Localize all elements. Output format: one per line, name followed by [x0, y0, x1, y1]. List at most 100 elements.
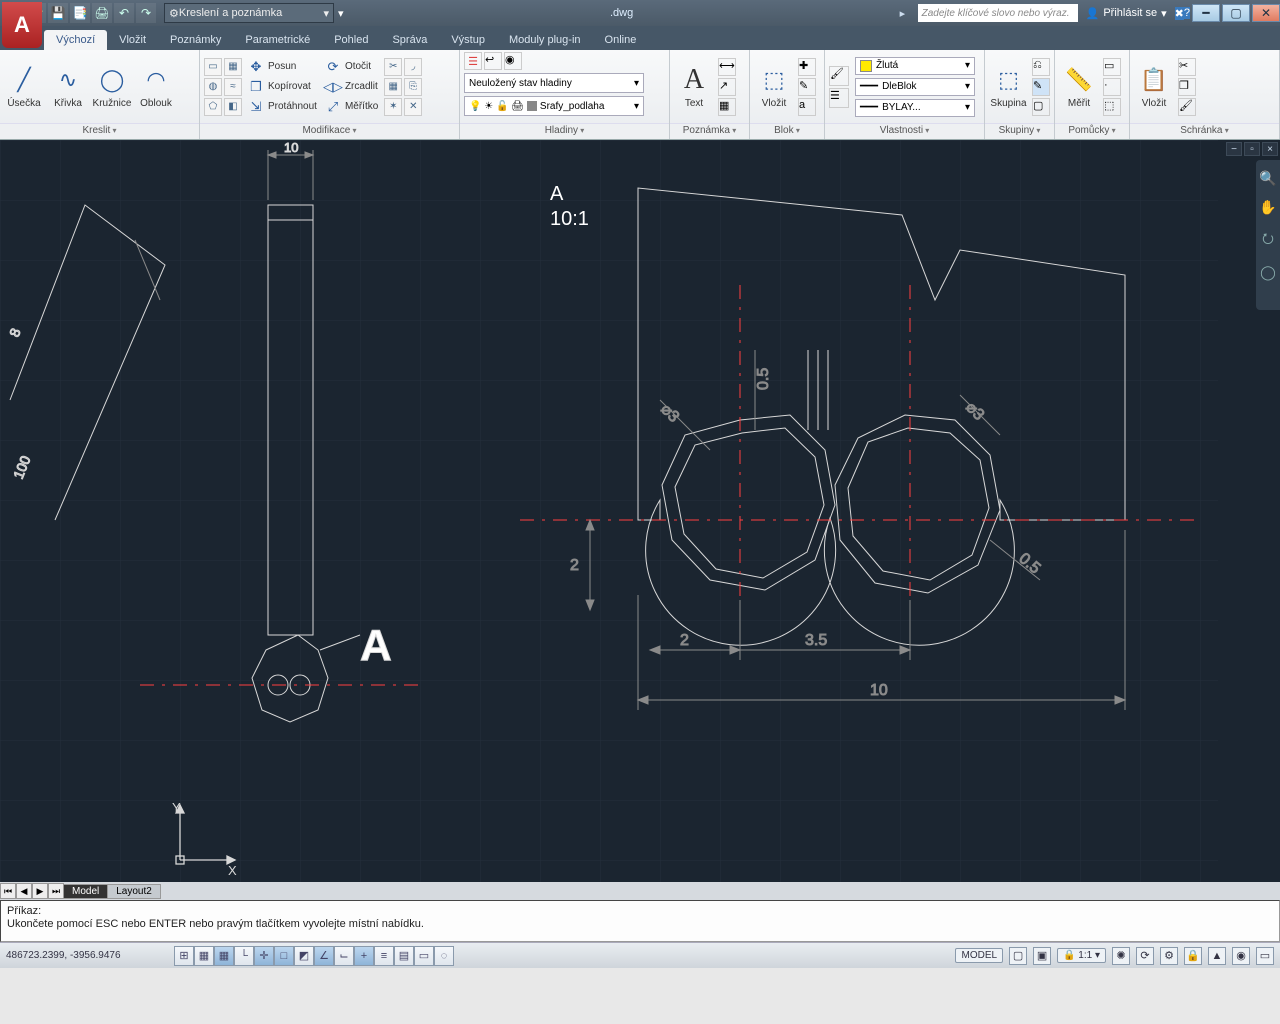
dim-icon[interactable]: ⟷	[718, 58, 736, 76]
otrack-icon[interactable]: ∠	[314, 946, 334, 966]
match-icon[interactable]: 🖌	[1178, 98, 1196, 116]
isolate-obj-icon[interactable]: ◉	[1232, 947, 1250, 965]
group-button[interactable]: ⬚Skupina	[989, 64, 1028, 109]
create-block-icon[interactable]: ✚	[798, 58, 816, 76]
cut-icon[interactable]: ✂	[1178, 58, 1196, 76]
tab-first-icon[interactable]: ⏮	[0, 883, 16, 899]
attr-icon[interactable]: a	[798, 98, 816, 116]
maximize-button[interactable]: ▢	[1222, 4, 1250, 22]
mirror-button[interactable]: ◁▷Zrcadlit	[323, 78, 380, 96]
ws-switch-icon[interactable]: ⚙	[1160, 947, 1178, 965]
ortho-icon[interactable]: └	[234, 946, 254, 966]
app-menu-button[interactable]: A	[2, 2, 42, 48]
point-icon[interactable]: ·	[1103, 78, 1121, 96]
text-button[interactable]: AText	[674, 64, 714, 109]
tab-vystup[interactable]: Výstup	[439, 30, 497, 50]
layer-state-combo[interactable]: Neuložený stav hladiny▾	[464, 73, 644, 93]
panel-layers-title[interactable]: Hladiny	[460, 123, 669, 139]
panel-annot-title[interactable]: Poznámka	[670, 123, 749, 139]
infer-icon[interactable]: ⊞	[174, 946, 194, 966]
circle-button[interactable]: ◯Kružnice	[92, 64, 132, 109]
sign-in-button[interactable]: 👤 Přihlásit se ▾	[1086, 7, 1167, 20]
search-arrow-icon[interactable]: ▸	[900, 7, 914, 20]
panel-clip-title[interactable]: Schránka	[1130, 123, 1279, 139]
tab-poznamky[interactable]: Poznámky	[158, 30, 233, 50]
vp-close-icon[interactable]: ×	[1262, 142, 1278, 156]
close-button[interactable]: ✕	[1252, 4, 1280, 22]
line-button[interactable]: ╱Úsečka	[4, 64, 44, 109]
group-edit-icon[interactable]: ✎	[1032, 78, 1050, 96]
pan-icon[interactable]: ✋	[1259, 199, 1276, 216]
layer-prev-icon[interactable]: ↩	[484, 52, 502, 70]
sc-icon[interactable]: ◌	[434, 946, 454, 966]
explode-icon[interactable]: ✶	[384, 98, 402, 116]
nav-bar[interactable]: 🔍 ✋ ⭮ ◯	[1256, 160, 1280, 310]
ellipse-icon[interactable]: ◍	[204, 78, 222, 96]
ungroup-icon[interactable]: ⎌	[1032, 58, 1050, 76]
3dosnap-icon[interactable]: ◩	[294, 946, 314, 966]
offset-icon[interactable]: ⎘	[404, 78, 422, 96]
polar-icon[interactable]: ✛	[254, 946, 274, 966]
space-toggle[interactable]: MODEL	[955, 948, 1003, 963]
panel-modify-title[interactable]: Modifikace	[200, 123, 459, 139]
anno-auto-icon[interactable]: ⟳	[1136, 947, 1154, 965]
tab-last-icon[interactable]: ⏭	[48, 883, 64, 899]
saveas-icon[interactable]: 📑	[70, 3, 90, 23]
tab-plugins[interactable]: Moduly plug-in	[497, 30, 593, 50]
exchange-icon[interactable]: ✖	[1175, 7, 1184, 20]
poly-icon[interactable]: ⬠	[204, 98, 222, 116]
tab-sprava[interactable]: Správa	[380, 30, 439, 50]
panel-utils-title[interactable]: Pomůcky	[1055, 123, 1129, 139]
panel-props-title[interactable]: Vlastnosti	[825, 123, 984, 139]
arc-button[interactable]: ◠Oblouk	[136, 64, 176, 109]
layer-prop-icon[interactable]: ☰	[464, 52, 482, 70]
copy-clip-icon[interactable]: ❐	[1178, 78, 1196, 96]
vp-max-icon[interactable]: ▫	[1244, 142, 1260, 156]
osnap-icon[interactable]: □	[274, 946, 294, 966]
dyn-icon[interactable]: +	[354, 946, 374, 966]
workspace-selector[interactable]: ⚙ Kreslení a poznámka ▾	[164, 3, 334, 23]
ducs-icon[interactable]: ⌙	[334, 946, 354, 966]
fillet-icon[interactable]: ◞	[404, 58, 422, 76]
polyline-button[interactable]: ∿Křivka	[48, 64, 88, 109]
spline-icon[interactable]: ≈	[224, 78, 242, 96]
list-icon[interactable]: ☰	[829, 88, 849, 108]
minimize-button[interactable]: ━	[1192, 4, 1220, 22]
anno-vis-icon[interactable]: ✺	[1112, 947, 1130, 965]
match-props-icon[interactable]: 🖌	[829, 66, 849, 86]
panel-groups-title[interactable]: Skupiny	[985, 123, 1054, 139]
scale-button[interactable]: ⤢Měřítko	[323, 98, 380, 116]
tab-vychozi[interactable]: Výchozí	[44, 30, 107, 50]
command-line[interactable]: Příkaz: Ukončete pomocí ESC nebo ENTER n…	[0, 900, 1280, 942]
vp-min-icon[interactable]: −	[1226, 142, 1242, 156]
copy-button[interactable]: ❐Kopírovat	[246, 78, 319, 96]
trim-icon[interactable]: ✂	[384, 58, 402, 76]
layer-current-combo[interactable]: 💡 ☀ 🔓 🖨 Srafy_podlaha▾	[464, 96, 644, 116]
quickview-layouts-icon[interactable]: ▢	[1009, 947, 1027, 965]
hardware-accel-icon[interactable]: ▲	[1208, 947, 1226, 965]
orbit-icon[interactable]: ⭮	[1262, 228, 1274, 252]
zoom-icon[interactable]: 🔍	[1259, 170, 1276, 187]
tab-layout2[interactable]: Layout2	[107, 884, 161, 899]
linetype-combo[interactable]: ━━━ DleBlok▾	[855, 78, 975, 96]
tab-parametricke[interactable]: Parametrické	[233, 30, 322, 50]
edit-block-icon[interactable]: ✎	[798, 78, 816, 96]
panel-block-title[interactable]: Blok	[750, 123, 824, 139]
tpy-icon[interactable]: ▤	[394, 946, 414, 966]
insert-block-button[interactable]: ⬚Vložit	[754, 64, 794, 109]
tab-model[interactable]: Model	[63, 884, 108, 899]
select-icon[interactable]: ⬚	[1103, 98, 1121, 116]
lwt-icon[interactable]: ≡	[374, 946, 394, 966]
panel-draw-title[interactable]: Kreslit	[0, 123, 199, 139]
layer-iso-icon[interactable]: ◉	[504, 52, 522, 70]
erase-icon[interactable]: ✕	[404, 98, 422, 116]
qp-icon[interactable]: ▭	[414, 946, 434, 966]
lineweight-combo[interactable]: ━━━ BYLAY...▾	[855, 99, 975, 117]
tab-next-icon[interactable]: ▶	[32, 883, 48, 899]
clean-screen-icon[interactable]: ▭	[1256, 947, 1274, 965]
color-combo[interactable]: Žlutá▾	[855, 57, 975, 75]
grid-icon[interactable]: ▦	[214, 946, 234, 966]
redo-icon[interactable]: ↷	[136, 3, 156, 23]
rotate-button[interactable]: ⟳Otočit	[323, 58, 380, 76]
toolbar-lock-icon[interactable]: 🔒	[1184, 947, 1202, 965]
